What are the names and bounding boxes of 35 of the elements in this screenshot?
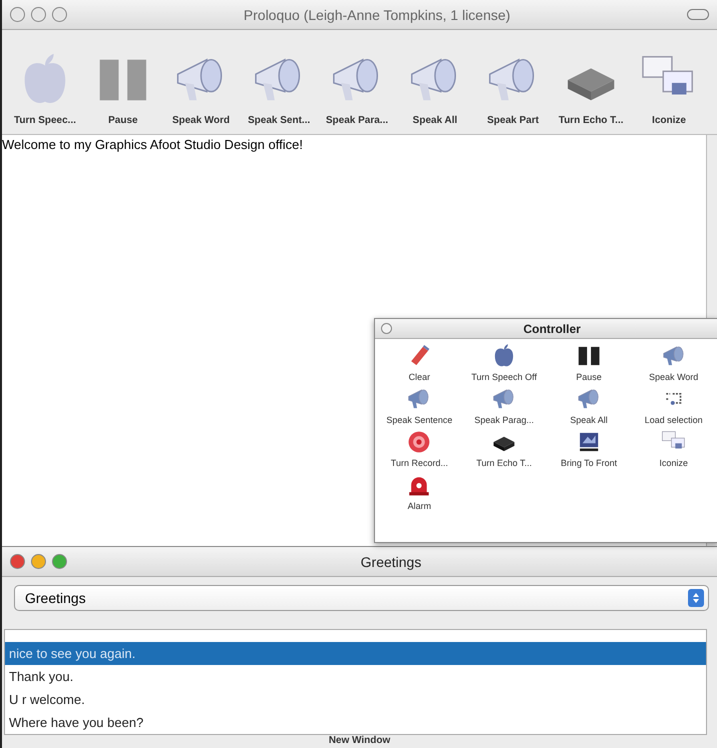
toolbar-toggle-button[interactable] <box>687 9 709 20</box>
category-dropdown[interactable]: Greetings <box>14 585 709 611</box>
controller-button[interactable]: Pause <box>546 343 632 382</box>
toolbar-button[interactable]: Speak Part <box>474 51 552 126</box>
toolbar-button[interactable]: Pause <box>84 51 162 126</box>
close-button[interactable] <box>10 554 25 569</box>
zoom-button[interactable] <box>52 554 67 569</box>
toolbar-button[interactable]: Turn Speec... <box>6 51 84 126</box>
controller-button[interactable]: Speak Sentence <box>377 386 462 425</box>
window-title: Proloquo (Leigh-Anne Tompkins, 1 license) <box>242 6 512 22</box>
phrase-item[interactable]: nice to see you again. <box>5 642 706 665</box>
toolbar-button[interactable]: Speak All <box>396 51 474 126</box>
record-icon <box>406 429 432 455</box>
toolbar-button[interactable]: Iconize <box>630 51 708 126</box>
controller-button[interactable]: Speak All <box>546 386 632 425</box>
controller-button[interactable]: Clear <box>377 343 462 382</box>
controller-button[interactable]: Bring To Front <box>546 429 632 468</box>
toolbar-button[interactable]: Speak Word <box>162 51 240 126</box>
controller-button[interactable]: Turn Record... <box>377 429 462 468</box>
window-title: Controller <box>522 322 582 336</box>
stepper-icon <box>688 589 704 607</box>
controller-button[interactable]: Turn Echo T... <box>462 429 546 468</box>
toolbar-button[interactable]: Turn Echo T... <box>552 51 630 126</box>
minimize-button[interactable] <box>31 7 46 22</box>
toolbar-button[interactable]: Speak Para... <box>318 51 396 126</box>
close-button[interactable] <box>10 7 25 22</box>
minimize-button[interactable] <box>31 554 46 569</box>
close-button[interactable] <box>381 323 392 334</box>
controller-button[interactable]: Turn Speech Off <box>462 343 546 382</box>
zoom-button[interactable] <box>52 7 67 22</box>
window-title: Greetings <box>360 554 422 570</box>
controller-button[interactable]: Speak Parag... <box>462 386 546 425</box>
toolbar-button[interactable]: Speak Sent... <box>240 51 318 126</box>
controller-button[interactable]: Alarm <box>377 472 462 511</box>
new-window-label[interactable]: New Window <box>2 735 717 748</box>
